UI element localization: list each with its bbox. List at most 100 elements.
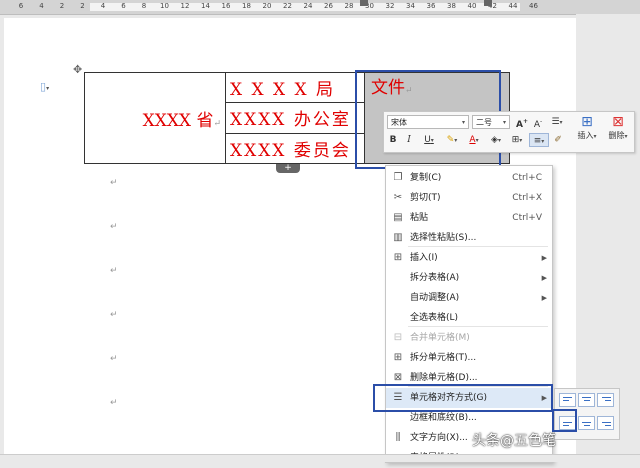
- table-cell-committee[interactable]: XXXX 委员会: [225, 132, 365, 165]
- ruler-tick-label: 22: [283, 2, 292, 10]
- menu-item[interactable]: 全选表格(L): [386, 308, 552, 328]
- scissors-icon: ✂: [393, 192, 403, 203]
- format-painter-icon: ✐: [554, 135, 562, 145]
- line-spacing-icon: ☰: [551, 117, 560, 127]
- floating-format-toolbar: 宋体 ▾ 二号 ▾ A+ A- ☰▾ B I U▾ ✎▾ A▾ ◈▾ ⊞▾ ≡▾ ✐…: [383, 111, 635, 153]
- table-insert-icon: ⊞: [393, 252, 403, 263]
- menu-item-shortcut: Ctrl+C: [512, 173, 542, 183]
- font-size-select[interactable]: 二号 ▾: [472, 115, 510, 129]
- align-top-center-option[interactable]: [578, 393, 595, 407]
- font-name-select[interactable]: 宋体 ▾: [387, 115, 469, 129]
- ruler-tick-label: 10: [160, 2, 169, 10]
- ruler-tick-label: 20: [262, 2, 272, 10]
- menu-item[interactable]: ✂ 剪切(T) Ctrl+X: [386, 188, 552, 208]
- delete-button[interactable]: ⊠ 删除▾: [604, 114, 632, 150]
- copy-icon: ❐: [393, 172, 403, 183]
- cell-text: XXXX 委员会: [230, 140, 351, 161]
- ruler-tick-label: 4: [39, 2, 44, 10]
- format-painter-button[interactable]: ✐: [552, 133, 564, 147]
- font-size-value: 二号: [476, 118, 492, 127]
- ruler-tick-label: 6: [18, 2, 24, 10]
- paragraph-mark: ↵: [110, 266, 118, 276]
- line-spacing-button[interactable]: ☰▾: [548, 115, 566, 129]
- grow-font-button[interactable]: A+: [516, 115, 528, 130]
- highlight-button[interactable]: ✎▾: [442, 133, 462, 147]
- ruler-tick-label: 16: [221, 2, 231, 10]
- borders-button[interactable]: ⊞▾: [508, 133, 526, 147]
- menu-item[interactable]: 自动调整(A) ▶: [386, 288, 552, 308]
- font-color-button[interactable]: A▾: [464, 133, 484, 147]
- menu-item[interactable]: ❐ 复制(C) Ctrl+C: [386, 168, 552, 188]
- menu-item[interactable]: ⊟ 合并单元格(M): [386, 328, 552, 348]
- menu-item-shortcut: Ctrl+X: [512, 193, 542, 203]
- menu-item-shortcut: Ctrl+V: [512, 213, 542, 223]
- cell-text: X X X X 局: [230, 80, 336, 101]
- paragraph-mark: ↵: [110, 354, 118, 364]
- menu-item[interactable]: ▥ 选择性粘贴(S)...: [386, 228, 552, 248]
- ruler-tick-label: 34: [406, 2, 415, 10]
- menu-item-label: 全选表格(L): [410, 313, 459, 323]
- align-top-right-option[interactable]: [597, 393, 614, 407]
- ruler-tick-label: 40: [467, 2, 477, 10]
- menu-item[interactable]: ▤ 粘贴 Ctrl+V: [386, 208, 552, 228]
- add-row-button[interactable]: +: [276, 164, 300, 173]
- bold-button[interactable]: B: [388, 133, 398, 147]
- paragraph-mark: ↵: [213, 118, 221, 129]
- document-icon[interactable]: ▯▾: [40, 80, 49, 93]
- align-middle-right-option[interactable]: [597, 416, 614, 430]
- table-cell-office[interactable]: XXXX 办公室: [225, 102, 365, 134]
- shrink-font-button[interactable]: A-: [532, 115, 544, 130]
- ruler-tick-label: 28: [344, 2, 354, 10]
- grow-font-icon: A: [516, 120, 523, 130]
- font-name-value: 宋体: [391, 118, 407, 127]
- underline-button[interactable]: U▾: [420, 133, 438, 147]
- paragraph-mark: ↵: [110, 222, 118, 232]
- horizontal-ruler[interactable]: 6 4 2 2 4 6 8 10 12 14 16 18 20 22 24 26 28 30 32 34 36 38 40 4…: [0, 0, 640, 15]
- paint-bucket-icon: ◈: [491, 135, 498, 145]
- menu-item-label: 剪切(T): [410, 193, 441, 203]
- table-cell-province[interactable]: XXXX 省↵: [84, 72, 226, 164]
- delete-label: 删除: [608, 131, 625, 140]
- shading-button[interactable]: ◈▾: [486, 133, 506, 147]
- ruler-ticks: 6 4 2 2 4 6 8 10 12 14 16 18 20 22 24 26 28 30 32 34 36 38 40 4…: [0, 0, 640, 14]
- align-top-left-option[interactable]: [559, 393, 576, 407]
- ruler-indent-marker[interactable]: [360, 0, 368, 6]
- align-button[interactable]: ≡▾: [529, 133, 549, 147]
- ruler-tick-label: 2: [59, 2, 65, 10]
- menu-item-label: 合并单元格(M): [410, 333, 470, 343]
- menu-item[interactable]: 拆分表格(A) ▶: [386, 268, 552, 288]
- italic-button[interactable]: I: [404, 133, 414, 147]
- watermark: 头条@五色笔: [472, 433, 556, 449]
- align-middle-center-option[interactable]: [578, 416, 595, 430]
- ruler-right-indent-marker[interactable]: [484, 0, 492, 6]
- cell-text: XXXX 办公室: [230, 110, 351, 131]
- menu-item-label: 选择性粘贴(S)...: [410, 233, 477, 243]
- submenu-arrow-icon: ▶: [541, 254, 547, 262]
- ruler-tick-label: 6: [121, 2, 126, 10]
- merge-cells-icon: ⊟: [393, 332, 403, 343]
- ruler-tick-label: 24: [303, 2, 313, 10]
- cell-text: XXXX 省: [142, 110, 214, 131]
- submenu-selection-annotation: [552, 409, 577, 432]
- insert-button[interactable]: ⊞ 插入▾: [574, 114, 600, 150]
- text-direction-icon: ⫼: [395, 432, 401, 443]
- insert-label: 插入: [577, 131, 594, 140]
- highlight-annotation-box: [373, 384, 553, 412]
- menu-item-label: 拆分单元格(T)...: [410, 353, 477, 363]
- paragraph-mark: ↵: [110, 310, 118, 320]
- paste-special-icon: ▥: [393, 232, 403, 243]
- menu-item[interactable]: ⊞ 插入(I) ▶: [386, 248, 552, 268]
- paragraph-mark: ↵: [110, 178, 118, 188]
- ruler-tick-label: 14: [201, 2, 210, 10]
- table-cell-bureau[interactable]: X X X X 局: [225, 71, 365, 104]
- ruler-tick-label: 18: [242, 2, 251, 10]
- menu-item-label: 插入(I): [410, 253, 438, 263]
- split-cells-icon: ⊞: [393, 352, 403, 363]
- ruler-tick-label: 44: [508, 2, 518, 10]
- ruler-tick-label: 26: [324, 2, 333, 10]
- ruler-tick-label: 38: [447, 2, 456, 10]
- menu-item-label: 拆分表格(A): [410, 273, 460, 283]
- menu-item[interactable]: ⊞ 拆分单元格(T)...: [386, 348, 552, 368]
- table-insert-icon: ⊞: [581, 114, 593, 130]
- menu-item-label: 复制(C): [410, 173, 442, 183]
